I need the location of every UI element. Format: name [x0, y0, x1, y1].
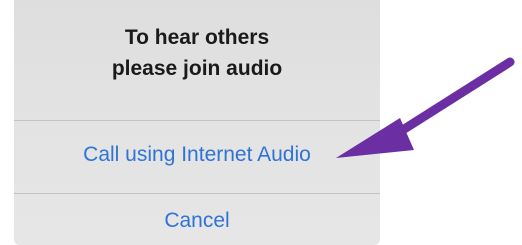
screenshot: To hear others please join audio Call us…: [0, 0, 522, 245]
arrow-icon: [336, 57, 515, 158]
